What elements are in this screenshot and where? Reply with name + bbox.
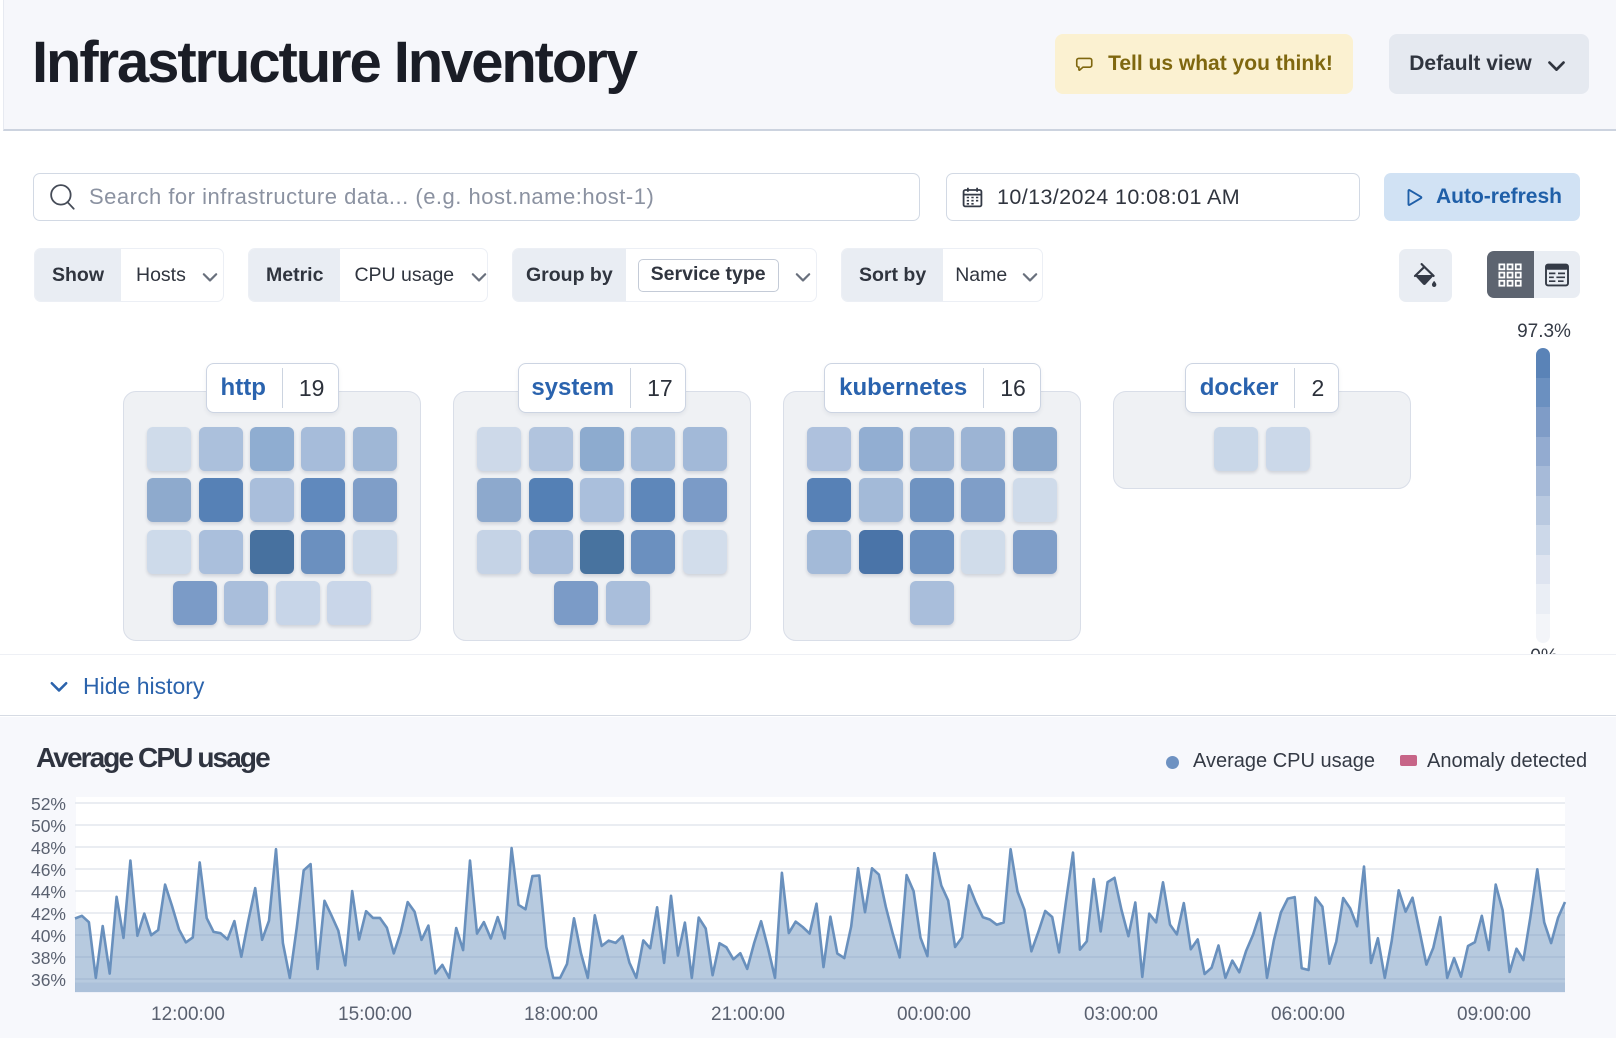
svg-text:18:00:00: 18:00:00	[524, 1004, 598, 1025]
svg-text:38%: 38%	[31, 948, 66, 968]
svg-text:48%: 48%	[31, 838, 66, 858]
svg-text:15:00:00: 15:00:00	[338, 1004, 412, 1025]
svg-text:21:00:00: 21:00:00	[711, 1004, 785, 1025]
svg-text:09:00:00: 09:00:00	[1457, 1004, 1531, 1025]
svg-text:12:00:00: 12:00:00	[151, 1004, 225, 1025]
svg-text:52%: 52%	[31, 794, 66, 814]
svg-text:40%: 40%	[31, 926, 66, 946]
svg-text:06:00:00: 06:00:00	[1271, 1004, 1345, 1025]
svg-text:36%: 36%	[31, 970, 66, 990]
svg-text:46%: 46%	[31, 860, 66, 880]
svg-text:50%: 50%	[31, 816, 66, 836]
svg-text:00:00:00: 00:00:00	[897, 1004, 971, 1025]
svg-text:42%: 42%	[31, 904, 66, 924]
svg-text:03:00:00: 03:00:00	[1084, 1004, 1158, 1025]
svg-text:44%: 44%	[31, 882, 66, 902]
